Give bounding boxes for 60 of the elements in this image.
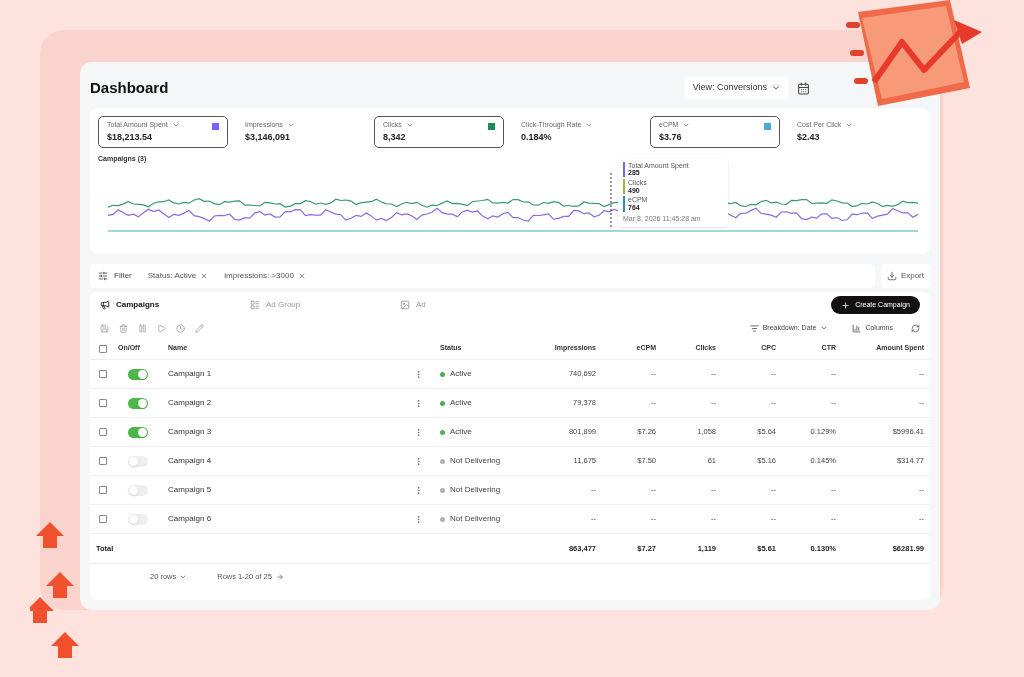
image-icon <box>400 300 410 310</box>
status-label: Active <box>450 368 472 380</box>
campaign-name: Campaign 1 <box>168 368 213 380</box>
list-icon <box>250 300 260 310</box>
close-icon <box>200 272 209 280</box>
arrow-right-icon <box>275 573 284 581</box>
checkbox[interactable] <box>99 515 107 523</box>
campaign-name: Campaign 2 <box>168 397 213 409</box>
toggle-switch[interactable] <box>128 368 148 380</box>
chevron-down-icon <box>820 324 829 332</box>
campaign-name: Campaign 4 <box>168 455 213 467</box>
more-icon[interactable] <box>414 427 423 437</box>
hover-line <box>609 172 613 229</box>
tab[interactable]: Campaigns <box>100 299 250 311</box>
export-button[interactable]: Export <box>880 264 930 288</box>
clock-icon[interactable] <box>176 323 185 333</box>
more-icon[interactable] <box>414 514 423 524</box>
status-label: Not Delivering <box>450 455 501 467</box>
more-icon[interactable] <box>414 485 423 495</box>
checkbox[interactable] <box>99 428 107 436</box>
plus-icon <box>841 300 851 310</box>
campaign-name: Campaign 5 <box>168 484 213 496</box>
play-icon[interactable] <box>157 323 166 333</box>
campaign-name: Campaign 6 <box>168 513 213 525</box>
filter-chip[interactable]: Status: Active <box>147 270 209 282</box>
chevron-down-icon <box>179 573 188 581</box>
more-icon[interactable] <box>414 456 423 466</box>
pause-icon[interactable] <box>138 323 147 333</box>
trash-icon[interactable] <box>119 323 128 333</box>
status-label: Active <box>450 397 472 409</box>
checkbox[interactable] <box>99 399 107 407</box>
checkbox[interactable] <box>99 344 107 353</box>
checkbox[interactable] <box>99 457 107 465</box>
page-title: Dashboard <box>90 77 169 98</box>
more-icon[interactable] <box>414 398 423 408</box>
close-icon <box>297 272 306 280</box>
status-label: Not Delivering <box>450 513 501 525</box>
bar-chart-icon <box>852 323 862 333</box>
view-select[interactable]: View: Conversions <box>684 77 789 99</box>
filter-chip[interactable]: impressions: >3000 <box>224 270 306 282</box>
filter-button[interactable]: Filter <box>98 270 132 282</box>
calendar-icon[interactable] <box>797 81 810 95</box>
status-label: Active <box>450 426 472 438</box>
save-icon[interactable] <box>100 323 109 333</box>
checkbox[interactable] <box>99 486 107 494</box>
toggle-switch[interactable] <box>128 455 148 467</box>
chevron-down-icon <box>771 83 781 93</box>
list-filter-icon <box>749 323 759 333</box>
toggle-switch[interactable] <box>128 484 148 496</box>
toggle-switch[interactable] <box>128 426 148 438</box>
download-icon <box>886 271 897 281</box>
checkbox[interactable] <box>99 370 107 378</box>
filter-icon <box>98 271 108 281</box>
campaign-name: Campaign 3 <box>168 426 213 438</box>
status-label: Not Delivering <box>450 484 501 496</box>
toggle-switch[interactable] <box>128 513 148 525</box>
toggle-switch[interactable] <box>128 397 148 409</box>
more-icon[interactable] <box>414 369 423 379</box>
refresh-icon[interactable] <box>911 323 920 333</box>
megaphone-icon <box>100 300 110 310</box>
